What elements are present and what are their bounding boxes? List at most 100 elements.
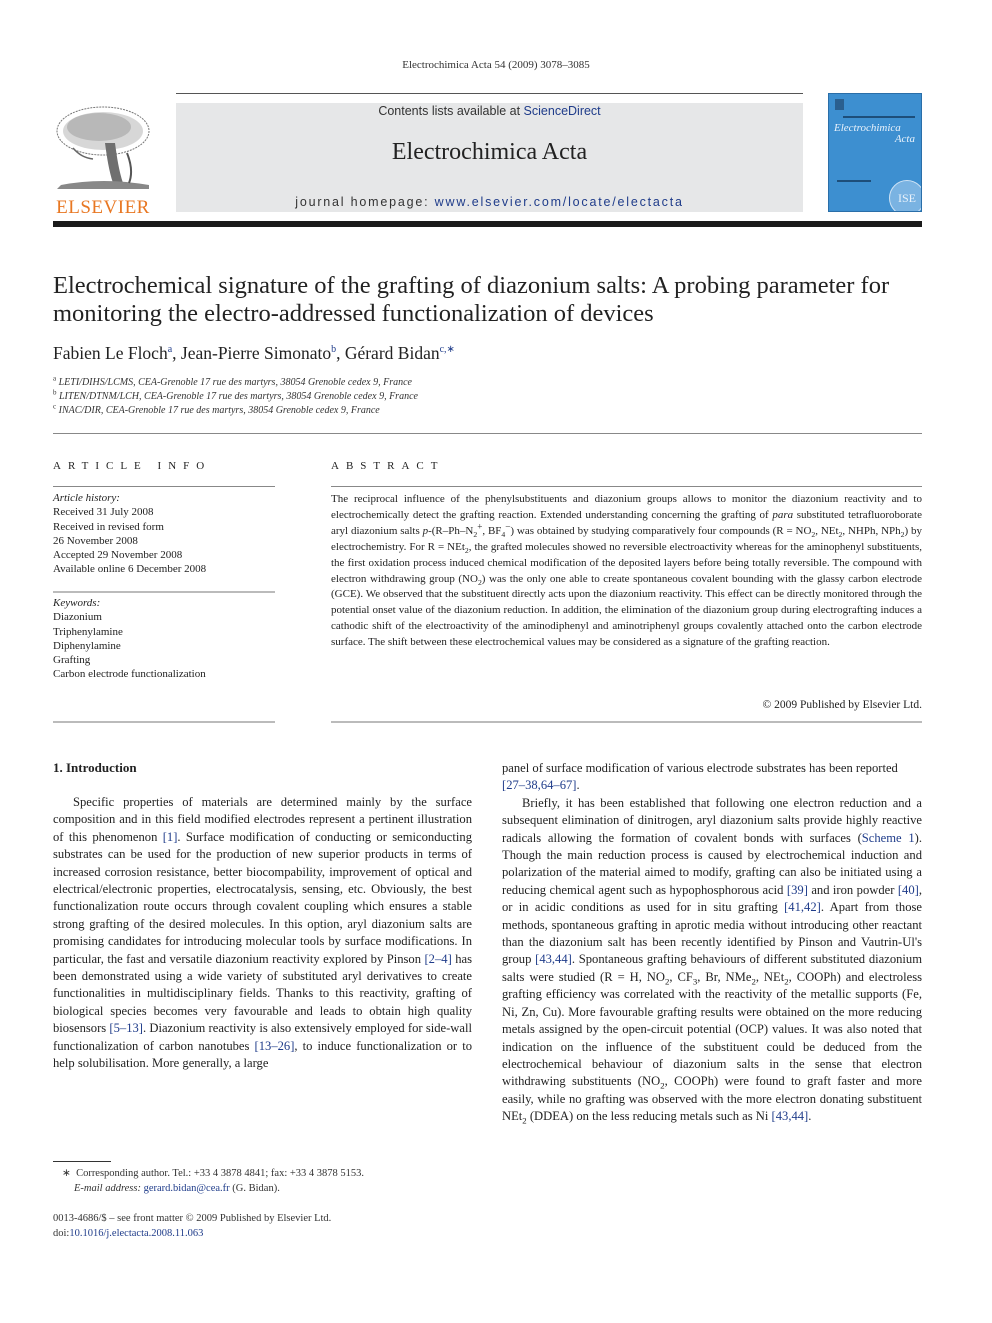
subscript: 2 <box>473 530 478 539</box>
author-list: Fabien Le Flocha, Jean-Pierre Simonatob,… <box>53 343 455 363</box>
cover-small-text <box>837 180 871 182</box>
history-item: Available online 6 December 2008 <box>53 563 207 576</box>
affiliation-text: LETI/DIHS/LCMS, CEA-Grenoble 17 rue des … <box>58 377 412 388</box>
text-run: panel of surface modification of various… <box>502 761 898 775</box>
keyword: Carbon electrode functionalization <box>53 668 206 681</box>
cover-title-line2: Acta <box>894 133 915 145</box>
author-affil-marker[interactable]: a <box>168 344 172 355</box>
doi-link[interactable]: 10.1016/j.electacta.2008.11.063 <box>69 1228 203 1239</box>
running-head: Electrochimica Acta 54 (2009) 3078–3085 <box>402 59 590 71</box>
keywords: Keywords: Diazonium Triphenylamine Diphe… <box>53 596 206 682</box>
keywords-label: Keywords: <box>53 597 101 609</box>
homepage-link[interactable]: www.elsevier.com/locate/electacta <box>435 195 684 209</box>
author-name[interactable]: Fabien Le Floch <box>53 343 168 363</box>
divider <box>53 486 275 487</box>
text-run: , NHPh, NPh <box>842 524 901 537</box>
author-affil-marker[interactable]: b <box>331 344 336 355</box>
reference-link[interactable]: [40] <box>898 883 919 897</box>
text-run: ) was obtained by studying comparatively… <box>510 524 812 537</box>
affiliation-marker: a <box>53 374 57 383</box>
affiliation-text: INAC/DIR, CEA-Grenoble 17 rue des martyr… <box>58 405 380 416</box>
section-heading: 1. Introduction <box>53 760 137 775</box>
affiliation-marker: b <box>53 388 57 397</box>
cover-ise-badge: ISE <box>889 180 921 211</box>
text-run: . <box>576 778 580 793</box>
author-name[interactable]: Jean-Pierre Simonato <box>181 343 331 363</box>
article-info-heading: ARTICLE INFO <box>53 460 212 472</box>
affiliation: a LETI/DIHS/LCMS, CEA-Grenoble 17 rue de… <box>53 374 418 390</box>
front-matter: 0013-4686/$ – see front matter © 2009 Pu… <box>53 1212 331 1241</box>
author-name[interactable]: Gérard Bidan <box>345 343 440 363</box>
history-label: Article history: <box>53 492 120 504</box>
contents-prefix: Contents lists available at <box>378 104 524 118</box>
reference-link[interactable]: [41,42] <box>784 900 821 914</box>
article-history: Article history: Received 31 July 2008 R… <box>53 491 206 577</box>
affiliation: c INAC/DIR, CEA-Grenoble 17 rue des mart… <box>53 402 418 418</box>
tree-icon <box>53 103 153 193</box>
body-column-right: panel of surface modification of various… <box>502 760 922 1126</box>
journal-homepage: journal homepage: www.elsevier.com/locat… <box>176 195 803 209</box>
author-affil-marker[interactable]: c,∗ <box>440 344 455 355</box>
header-thick-rule <box>53 221 922 227</box>
affiliation-text: LITEN/DTNM/LCH, CEA-Grenoble 17 rue des … <box>59 391 418 402</box>
reference-link[interactable]: [2–4] <box>424 952 451 966</box>
divider <box>331 721 922 723</box>
scheme-link[interactable]: Scheme 1 <box>862 831 915 845</box>
history-item: Received 31 July 2008 <box>53 506 154 519</box>
text-run: , COOPh) and electroless grafting effici… <box>502 969 922 1089</box>
homepage-prefix: journal homepage: <box>295 195 435 209</box>
keyword: Diazonium <box>53 611 102 624</box>
divider <box>53 591 275 593</box>
elsevier-wordmark: ELSEVIER <box>56 197 150 218</box>
keyword: Triphenylamine <box>53 625 123 638</box>
text-run: para <box>772 508 794 521</box>
paragraph: Briefly, it has been established that fo… <box>502 795 922 1126</box>
email-label: E-mail address: <box>74 1182 141 1194</box>
cover-strap <box>843 116 915 118</box>
divider <box>53 721 275 723</box>
text-run: and iron powder <box>807 882 898 897</box>
abstract-heading: ABSTRACT <box>331 460 445 472</box>
cover-elsevier-mark <box>835 99 844 110</box>
reference-link[interactable]: [43,44] <box>772 1109 809 1123</box>
contents-line: Contents lists available at ScienceDirec… <box>176 104 803 118</box>
affiliation-marker: c <box>53 402 57 411</box>
reference-link[interactable]: [27–38,64–67] <box>502 778 577 792</box>
affiliation: b LITEN/DTNM/LCH, CEA-Grenoble 17 rue de… <box>53 388 418 404</box>
email-suffix: (G. Bidan). <box>229 1182 280 1194</box>
text-run: , NEt <box>815 524 839 537</box>
text-run: Briefly, it has been established that fo… <box>502 795 922 845</box>
divider <box>331 486 922 487</box>
journal-cover-image[interactable]: Electrochimica Acta ISE <box>828 93 922 212</box>
footnote-email-line: E-mail address: gerard.bidan@cea.fr (G. … <box>62 1182 364 1197</box>
footnote-line: ∗ Corresponding author. Tel.: +33 4 3878… <box>62 1167 364 1182</box>
reference-link[interactable]: [43,44] <box>535 952 572 966</box>
doi-prefix: doi: <box>53 1227 70 1239</box>
reference-link[interactable]: [13–26] <box>255 1039 295 1053</box>
doi-line: doi:10.1016/j.electacta.2008.11.063 <box>53 1227 331 1242</box>
reference-link[interactable]: [1] <box>163 830 178 844</box>
keyword: Grafting <box>53 654 91 667</box>
keyword: Diphenylamine <box>53 639 121 652</box>
elsevier-logo[interactable]: ELSEVIER <box>53 103 153 218</box>
cover-title-line1: Electrochimica <box>834 122 901 134</box>
footnote-rule <box>53 1161 111 1162</box>
text-run: . <box>808 1109 812 1124</box>
email-link[interactable]: gerard.bidan@cea.fr <box>144 1183 230 1194</box>
paragraph: Specific properties of materials are det… <box>53 794 472 1073</box>
footnote-text: Corresponding author. Tel.: +33 4 3878 4… <box>76 1168 365 1179</box>
text-run: . Surface modification of conducting or … <box>53 829 472 966</box>
reference-link[interactable]: [5–13] <box>109 1021 143 1035</box>
sciencedirect-link[interactable]: ScienceDirect <box>524 104 601 118</box>
article-title: Electrochemical signature of the graftin… <box>53 272 890 327</box>
header-rule <box>176 93 803 94</box>
text-run: -(R–Ph–N <box>428 524 474 537</box>
footnote-marker: ∗ <box>62 1168 71 1179</box>
paragraph: panel of surface modification of various… <box>502 760 922 795</box>
reference-link[interactable]: [39] <box>787 883 808 897</box>
history-item: Accepted 29 November 2008 <box>53 549 183 562</box>
history-item: 26 November 2008 <box>53 534 138 547</box>
issn-line: 0013-4686/$ – see front matter © 2009 Pu… <box>53 1213 332 1224</box>
body-column-left: Specific properties of materials are det… <box>53 794 472 1073</box>
text-run: , CF <box>669 969 693 984</box>
